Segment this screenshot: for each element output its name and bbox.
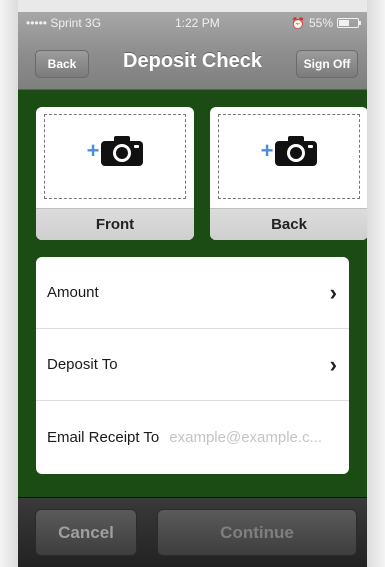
status-bar: ••••• Sprint 3G 1:22 PM ⏰ 55% [18,16,367,34]
deposit-to-label: Deposit To [47,356,118,373]
back-add-photo[interactable]: + [210,131,367,171]
cancel-label: Cancel [58,522,114,542]
deposit-content: + Front + Back Amount › Deposit To › Ema… [18,90,367,497]
phone-screen: ••••• Sprint 3G 1:22 PM ⏰ 55% Back Depos… [18,12,367,567]
amount-label: Amount [47,284,99,301]
sign-off-label: Sign Off [303,57,351,71]
chevron-right-icon: › [329,279,337,305]
continue-button[interactable]: Continue [157,509,357,556]
battery-indicator: ⏰ 55% [291,16,361,30]
chevron-right-icon: › [329,351,337,377]
deposit-to-row[interactable]: Deposit To › [36,329,349,401]
sign-off-button[interactable]: Sign Off [296,50,358,78]
front-label: Front [36,208,194,240]
email-receipt-row: Email Receipt To [36,401,349,474]
back-capture-card[interactable]: + Back [210,107,367,240]
right-frame [367,0,385,567]
plus-icon: + [86,138,100,163]
status-time: 1:22 PM [175,16,220,30]
plus-icon: + [260,138,274,163]
email-receipt-label: Email Receipt To [47,429,160,446]
camera-icon [275,136,318,166]
top-bar: ••••• Sprint 3G 1:22 PM ⏰ 55% Back Depos… [18,12,367,90]
alarm-icon: ⏰ [291,17,305,30]
continue-label: Continue [220,522,294,542]
battery-percent: 55% [308,16,333,30]
front-capture-card[interactable]: + Front [36,107,194,240]
carrier-text: ••••• Sprint 3G [26,16,102,30]
bottom-toolbar: Cancel Continue [18,497,367,567]
amount-row[interactable]: Amount › [36,257,349,329]
cancel-button[interactable]: Cancel [35,509,137,556]
battery-icon [337,18,361,28]
back-label: Back [210,208,367,240]
deposit-form: Amount › Deposit To › Email Receipt To [36,257,349,474]
left-frame [0,0,18,567]
email-field[interactable] [169,429,340,446]
camera-icon [101,136,144,166]
front-add-photo[interactable]: + [36,131,194,171]
